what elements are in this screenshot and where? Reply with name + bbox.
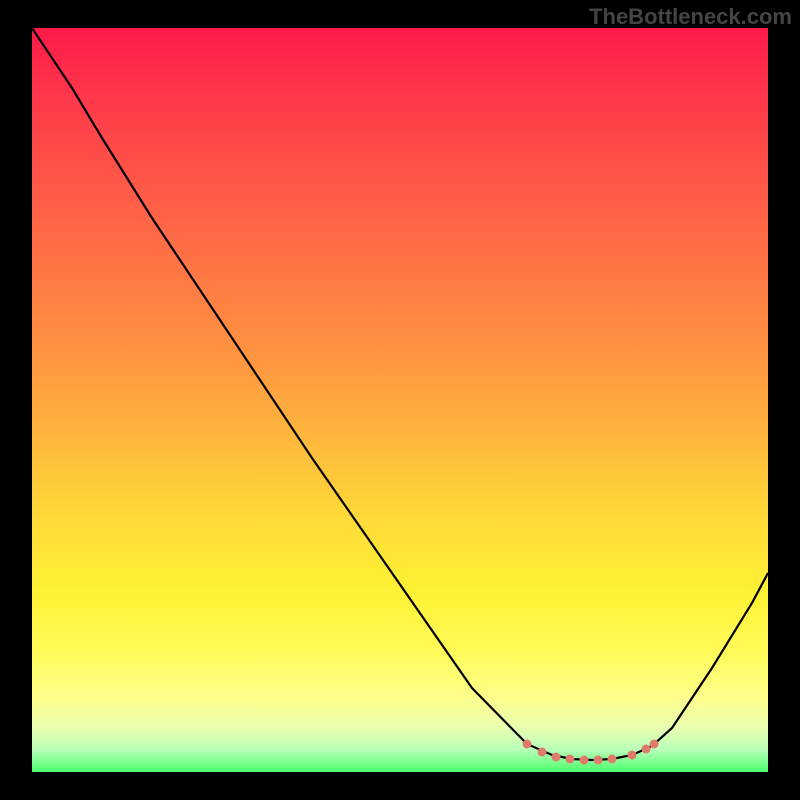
plot-area (32, 28, 768, 772)
marker-dot (523, 740, 532, 749)
marker-dot (566, 755, 575, 764)
marker-dot (642, 745, 651, 754)
marker-dot (608, 755, 617, 764)
marker-dot (580, 756, 589, 765)
watermark-text: TheBottleneck.com (589, 4, 792, 30)
marker-dot (594, 756, 603, 765)
main-curve (32, 28, 768, 760)
marker-dot (552, 753, 561, 762)
marker-dot (650, 740, 659, 749)
marker-dot (538, 748, 547, 757)
chart-svg (32, 28, 768, 772)
marker-dot (628, 751, 637, 760)
